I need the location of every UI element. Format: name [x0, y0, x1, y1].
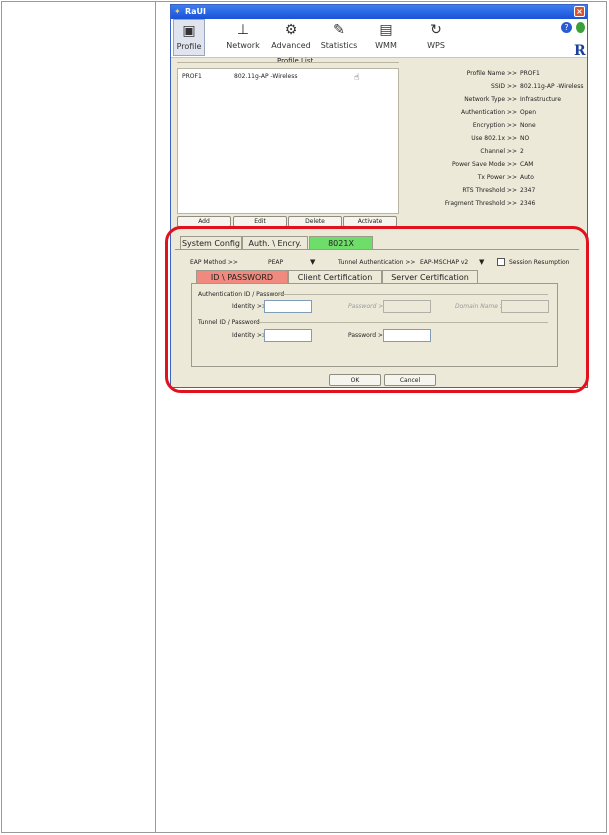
profile-list[interactable]: PROF1 802.11g-AP -Wireless ☝ [177, 68, 399, 214]
auth-group-label: Authentication ID / Password [198, 291, 285, 298]
tab-profile-label: Profile [176, 42, 202, 51]
tunnel-auth-dropdown-icon[interactable]: ▼ [479, 258, 484, 266]
tab-client-certification[interactable]: Client Certification [288, 270, 382, 283]
auth-group-rule [278, 294, 548, 295]
wmm-icon: ▤ [379, 22, 393, 38]
tab-advanced[interactable]: ⚙ Advanced [271, 19, 311, 56]
tab-8021x[interactable]: 8021X [309, 236, 373, 249]
tunnel-password-input[interactable] [383, 329, 431, 342]
tab-statistics-label: Statistics [320, 41, 358, 50]
tunnel-group-rule [255, 322, 548, 323]
auth-identity-label: Identity >> [232, 303, 267, 310]
tunnel-identity-input[interactable] [264, 329, 312, 342]
active-hand-icon: ☝ [354, 73, 360, 83]
app-logo-icon: ✦ [174, 7, 181, 16]
toolbar: ▣ Profile ⊥ Network ⚙ Advanced ✎ Statist… [171, 19, 587, 59]
tunnel-auth-select[interactable]: EAP-MSCHAP v2 [420, 259, 468, 266]
tunnel-identity-label: Identity >> [232, 332, 267, 339]
domain-name-input[interactable] [501, 300, 549, 313]
profile-name-cell: PROF1 [182, 73, 202, 80]
eap-method-dropdown-icon[interactable]: ▼ [310, 258, 315, 266]
tab-network[interactable]: ⊥ Network [223, 19, 263, 56]
tab-network-label: Network [226, 41, 260, 50]
tab-id-password[interactable]: ID \ PASSWORD [196, 270, 288, 283]
close-button[interactable]: × [574, 6, 585, 17]
ok-button[interactable]: OK [329, 374, 381, 386]
statistics-icon: ✎ [333, 22, 345, 38]
auth-identity-input[interactable] [264, 300, 312, 313]
signal-icon [576, 22, 585, 33]
tab-advanced-label: Advanced [271, 41, 311, 50]
eap-method-select[interactable]: PEAP [268, 259, 283, 266]
tunnel-password-label: Password >> [348, 332, 388, 339]
advanced-icon: ⚙ [284, 22, 298, 38]
help-icon[interactable]: ? [561, 22, 572, 33]
profile-ssid-cell: 802.11g-AP -Wireless [234, 73, 298, 80]
profile-icon: ▣ [182, 23, 196, 39]
tab-profile[interactable]: ▣ Profile [173, 19, 205, 56]
title-bar: ✦ RaUI × [171, 5, 587, 19]
list-item[interactable]: PROF1 802.11g-AP -Wireless ☝ [178, 72, 398, 83]
brand-logo-icon: R [574, 43, 586, 59]
tab-system-config[interactable]: System Config [180, 236, 242, 249]
session-resumption-checkbox[interactable] [497, 258, 505, 266]
profile-list-label: Profile List [277, 57, 314, 65]
tab-wmm-label: WMM [375, 41, 397, 50]
profile-list-rule [177, 62, 399, 63]
cancel-button[interactable]: Cancel [384, 374, 436, 386]
session-resumption-label: Session Resumption [509, 259, 570, 266]
tunnel-auth-label: Tunnel Authentication >> [338, 259, 416, 266]
tab-wmm[interactable]: ▤ WMM [371, 19, 401, 56]
eap-method-label: EAP Method >> [190, 259, 238, 266]
wps-icon: ↻ [430, 22, 442, 38]
auth-password-input[interactable] [383, 300, 431, 313]
tab-wps[interactable]: ↻ WPS [421, 19, 451, 56]
window-title: RaUI [185, 7, 207, 16]
column-divider [155, 1, 156, 833]
tab-auth-encry[interactable]: Auth. \ Encry. [242, 236, 308, 249]
tab-statistics[interactable]: ✎ Statistics [319, 19, 359, 56]
network-icon: ⊥ [236, 22, 250, 38]
tab-server-certification[interactable]: Server Certification [382, 270, 478, 283]
tunnel-group-label: Tunnel ID / Password [198, 319, 260, 326]
tab-baseline [175, 249, 579, 250]
tab-wps-label: WPS [427, 41, 445, 50]
